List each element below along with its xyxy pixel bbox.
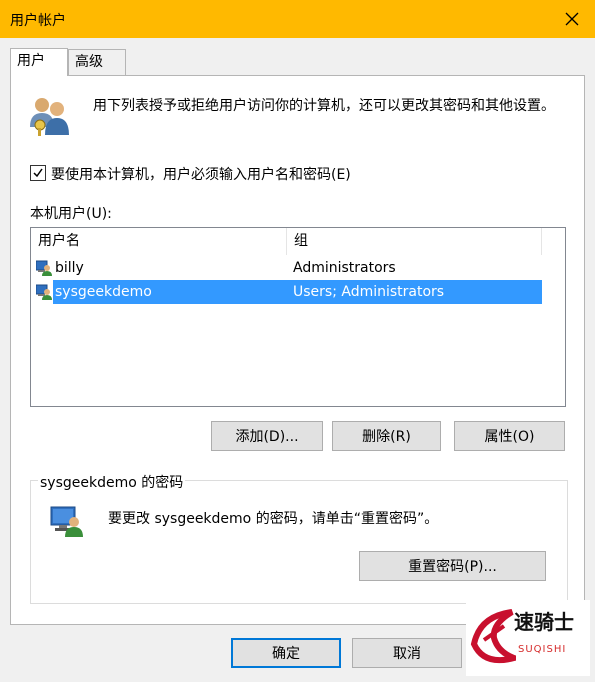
watermark-sub: SUQISHI [518, 644, 567, 655]
tab-advanced[interactable]: 高级 [68, 49, 126, 75]
remove-button[interactable]: 删除(R) [332, 421, 441, 451]
user-icon [35, 260, 52, 284]
table-row-selected[interactable]: sysgeekdemo Users; Administrators [53, 280, 542, 304]
user-name: sysgeekdemo [55, 284, 152, 300]
password-group-title: sysgeekdemo 的密码 [38, 472, 186, 492]
watermark-brand: 速骑士 [514, 610, 574, 634]
list-header: 用户名 组 [31, 228, 565, 255]
password-groupbox [30, 480, 568, 604]
users-icon [28, 95, 72, 141]
require-password-label[interactable]: 要使用本计算机，用户必须输入用户名和密码(E) [51, 164, 351, 184]
user-name: billy [55, 260, 84, 276]
window-title: 用户帐户 [10, 13, 66, 29]
password-instruction: 要更改 sysgeekdemo 的密码，请单击“重置密码”。 [108, 511, 439, 527]
computer-user-icon [50, 505, 84, 541]
column-header-group[interactable]: 组 [287, 228, 542, 255]
users-list-label: 本机用户(U): [30, 206, 112, 222]
table-row[interactable]: billy Administrators [31, 256, 542, 280]
user-group: Users; Administrators [293, 284, 445, 300]
watermark-logo: 速骑士 SUQISHI [466, 600, 590, 676]
user-icon [35, 284, 52, 304]
users-listview[interactable]: 用户名 组 billy Administrators sysgeekdemo U… [30, 227, 566, 407]
column-header-username[interactable]: 用户名 [31, 228, 287, 255]
add-button[interactable]: 添加(D)... [211, 421, 323, 451]
ok-button[interactable]: 确定 [231, 638, 341, 668]
tab-users[interactable]: 用户 [10, 48, 68, 76]
intro-text: 用下列表授予或拒绝用户访问你的计算机，还可以更改其密码和其他设置。 [93, 98, 555, 114]
reset-password-button[interactable]: 重置密码(P)... [359, 551, 546, 581]
user-group: Administrators [293, 260, 396, 276]
title-bar: 用户帐户 [0, 0, 595, 38]
watermark-emblem-icon [470, 609, 516, 664]
cancel-button[interactable]: 取消 [352, 638, 462, 668]
close-icon[interactable] [561, 8, 583, 30]
properties-button[interactable]: 属性(O) [454, 421, 565, 451]
require-password-checkbox[interactable] [30, 165, 46, 181]
